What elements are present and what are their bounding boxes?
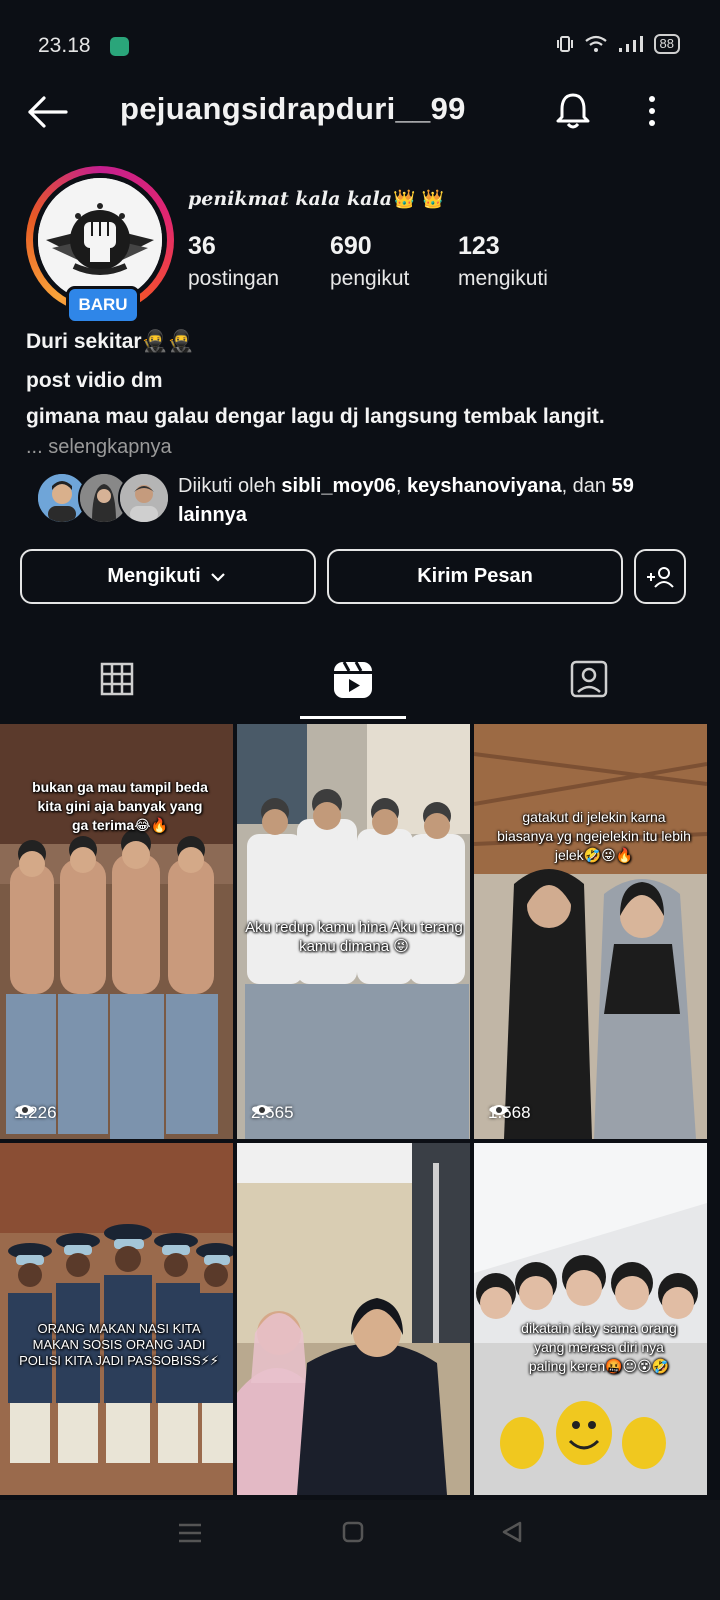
following-label: mengikuti: [458, 267, 548, 290]
posts-count: 36: [188, 232, 216, 260]
chevron-down-icon: [210, 572, 225, 582]
more-vertical-icon: [649, 96, 655, 126]
bio-more-link[interactable]: ... selengkapnya: [26, 436, 172, 459]
notifications-button[interactable]: [552, 90, 594, 132]
mutual-followers-avatars[interactable]: [36, 472, 170, 524]
tab-tagged[interactable]: [564, 652, 614, 708]
reel-thumbnail: [237, 1143, 470, 1495]
back-arrow-icon: [28, 96, 68, 128]
reel-views: 1.568: [488, 1103, 531, 1123]
system-navigation-bar: [0, 1500, 720, 1600]
active-tab-indicator: [300, 716, 406, 719]
followers-label: pengikut: [330, 267, 410, 290]
reel-views: 2.565: [251, 1103, 294, 1123]
display-name: penikmat kala kala👑 👑: [188, 188, 444, 210]
following-button[interactable]: Mengikuti: [20, 549, 316, 604]
profile-username: pejuangsidrapduri__99: [120, 91, 466, 126]
eye-icon: [252, 1105, 272, 1115]
wifi-icon: [584, 35, 607, 52]
tab-reels[interactable]: [328, 652, 378, 708]
eye-icon: [489, 1105, 509, 1115]
menu-icon[interactable]: [176, 1522, 204, 1544]
home-icon[interactable]: [341, 1520, 365, 1544]
reel-tile[interactable]: dikatain alay sama orang yang merasa dir…: [474, 1143, 707, 1495]
reel-thumbnail: [474, 724, 707, 1139]
reel-tile[interactable]: [237, 1143, 470, 1495]
add-user-icon: [647, 566, 674, 588]
reel-thumbnail: [0, 1143, 233, 1495]
back-triangle-icon[interactable]: [500, 1520, 524, 1544]
reel-tile[interactable]: ORANG MAKAN NASI KITA MAKAN SOSIS ORANG …: [0, 1143, 233, 1495]
send-message-label: Kirim Pesan: [417, 565, 533, 587]
followed-by-text[interactable]: Diikuti oleh sibli_moy06, keyshanoviyana…: [178, 472, 678, 530]
reel-caption: gatakut di jelekin karna biasanya yg nge…: [497, 809, 691, 863]
reel-caption: dikatain alay sama orang yang merasa dir…: [521, 1320, 677, 1374]
fist-emblem-logo: [38, 178, 162, 302]
reel-caption: Aku redup kamu hina Aku terang kamu dima…: [245, 919, 463, 955]
reel-caption: bukan ga mau tampil beda kita gini aja b…: [32, 779, 208, 833]
status-icons: 88: [556, 34, 680, 54]
reel-tile[interactable]: bukan ga mau tampil beda kita gini aja b…: [0, 724, 233, 1139]
back-button[interactable]: [24, 92, 72, 132]
posts-label: postingan: [188, 267, 280, 290]
vibrate-icon: [556, 36, 573, 52]
following-count: 123: [458, 232, 500, 260]
display-name-text: penikmat kala kala: [188, 188, 392, 210]
eye-icon: [15, 1105, 35, 1115]
mutual-user-link[interactable]: keyshanoviyana: [407, 475, 562, 497]
tab-grid[interactable]: [92, 652, 142, 708]
tagged-person-icon: [570, 660, 608, 698]
avatar: [118, 472, 170, 524]
new-badge: BARU: [66, 286, 140, 324]
more-options-button[interactable]: [636, 90, 668, 132]
suggested-users-button[interactable]: [634, 549, 686, 604]
mutual-user-link[interactable]: sibli_moy06: [281, 475, 396, 497]
bio-line: gimana mau galau dengar lagu dj langsung…: [26, 405, 605, 428]
stat-following[interactable]: 123 mengikuti: [458, 232, 548, 291]
bio-line: post vidio dm: [26, 369, 163, 392]
followers-count: 690: [330, 232, 372, 260]
following-button-label: Mengikuti: [107, 565, 201, 587]
battery-indicator: 88: [653, 34, 680, 54]
reels-icon: [334, 661, 372, 698]
bell-icon: [556, 93, 590, 129]
grid-icon: [100, 662, 134, 696]
reel-views: 1.226: [14, 1103, 57, 1123]
stat-followers[interactable]: 690 pengikut: [330, 232, 409, 291]
crown-emoji: 👑 👑: [393, 189, 445, 210]
reel-tile[interactable]: gatakut di jelekin karna biasanya yg nge…: [474, 724, 707, 1139]
profile-avatar[interactable]: [38, 178, 162, 302]
status-time: 23.18: [38, 34, 91, 57]
message-notification-icon: [110, 37, 129, 56]
reel-tile[interactable]: Aku redup kamu hina Aku terang kamu dima…: [237, 724, 470, 1139]
signal-icon: [618, 36, 643, 52]
reel-caption: ORANG MAKAN NASI KITA MAKAN SOSIS ORANG …: [19, 1321, 219, 1368]
stat-posts[interactable]: 36 postingan: [188, 232, 279, 291]
send-message-button[interactable]: Kirim Pesan: [327, 549, 623, 604]
bio-line: Duri sekitar🥷🥷: [26, 330, 194, 353]
